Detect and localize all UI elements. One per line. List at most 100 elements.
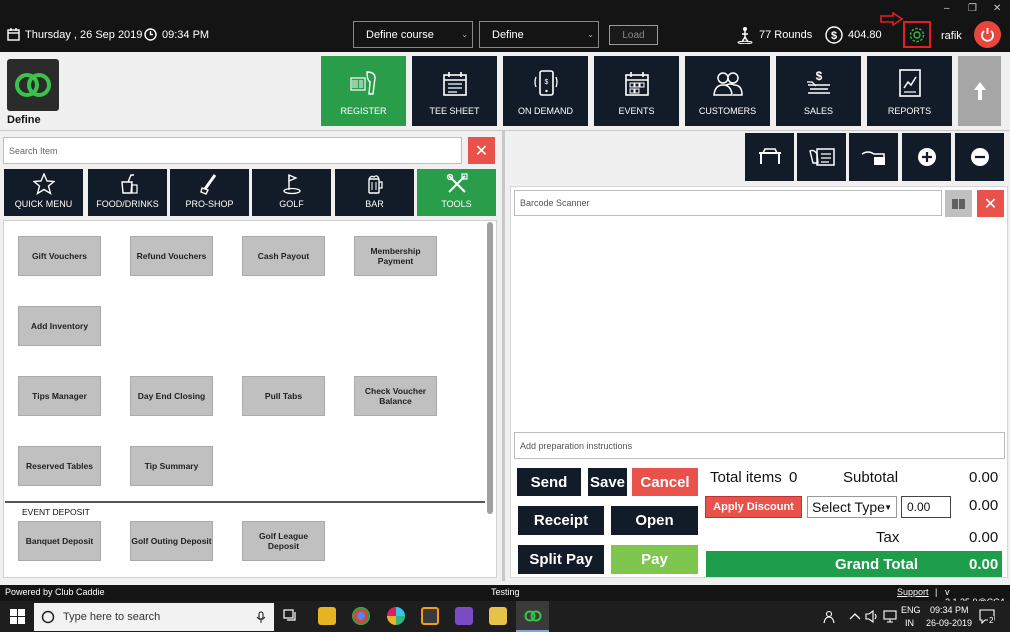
network-icon[interactable]: [883, 610, 897, 623]
tile-banquet-deposit[interactable]: Banquet Deposit: [18, 521, 101, 561]
chrome-icon[interactable]: [352, 607, 370, 625]
task-view-icon[interactable]: [283, 609, 299, 623]
nav-events[interactable]: EVENTS: [594, 56, 679, 126]
logout-button[interactable]: [974, 21, 1001, 48]
load-button[interactable]: Load: [609, 25, 658, 45]
visual-studio-icon[interactable]: [455, 607, 473, 625]
clock-icon: [144, 28, 157, 41]
clock-time[interactable]: 09:34 PM: [930, 605, 969, 615]
restore-button[interactable]: ❐: [968, 3, 977, 14]
plus-circle-icon: [917, 148, 936, 166]
tile-day-end-closing[interactable]: Day End Closing: [130, 376, 213, 416]
mobile-icon: $: [533, 70, 558, 96]
touch-menu-button[interactable]: [797, 133, 846, 181]
subtotal-label: Subtotal: [843, 469, 899, 486]
discount-amount-input[interactable]: 0.00: [901, 496, 951, 518]
nav-customers[interactable]: CUSTOMERS: [685, 56, 770, 126]
category-golf[interactable]: GOLF: [252, 169, 331, 216]
app-icon[interactable]: [489, 607, 507, 625]
total-items-label: Total items: [710, 469, 782, 486]
tile-membership-payment[interactable]: Membership Payment: [354, 236, 437, 276]
tools-scrollbar[interactable]: [487, 222, 493, 514]
apply-discount-button[interactable]: Apply Discount: [705, 496, 802, 518]
receipt-button[interactable]: Receipt: [518, 506, 604, 535]
minimize-button[interactable]: –: [944, 3, 950, 14]
barcode-scanner-input[interactable]: Barcode Scanner: [514, 190, 942, 216]
split-pay-button[interactable]: Split Pay: [518, 545, 604, 574]
nav-reports[interactable]: REPORTS: [867, 56, 952, 126]
club-caddie-taskbar-item[interactable]: [516, 601, 549, 632]
tile-tips-manager[interactable]: Tips Manager: [18, 376, 101, 416]
search-item-input[interactable]: Search Item: [3, 137, 462, 164]
grand-total-label: Grand Total: [835, 556, 919, 573]
nav-on-demand[interactable]: $ ON DEMAND: [503, 56, 588, 126]
tile-refund-vouchers[interactable]: Refund Vouchers: [130, 236, 213, 276]
search-icon: [41, 610, 55, 624]
table-icon: [758, 148, 781, 164]
tile-check-voucher-balance[interactable]: Check Voucher Balance: [354, 376, 437, 416]
tile-golf-league-deposit[interactable]: Golf League Deposit: [242, 521, 325, 561]
username[interactable]: rafik: [941, 30, 962, 42]
open-button[interactable]: Open: [611, 506, 698, 535]
preparation-instructions-input[interactable]: Add preparation instructions: [514, 432, 1005, 459]
clear-barcode-button[interactable]: ✕: [977, 190, 1004, 217]
tile-cash-payout[interactable]: Cash Payout: [242, 236, 325, 276]
nav-register[interactable]: REGISTER: [321, 56, 406, 126]
settings-button[interactable]: [903, 21, 931, 48]
collapse-header-button[interactable]: [958, 56, 1001, 126]
tile-reserved-tables[interactable]: Reserved Tables: [18, 446, 101, 486]
category-pro-shop[interactable]: PRO-SHOP: [170, 169, 249, 216]
hand-payment-button[interactable]: [849, 133, 898, 181]
clock-date[interactable]: 26-09-2019: [926, 618, 972, 628]
tile-gift-vouchers[interactable]: Gift Vouchers: [18, 236, 101, 276]
save-button[interactable]: Save: [588, 468, 627, 496]
category-bar[interactable]: BAR: [335, 169, 414, 216]
windows-start-icon[interactable]: [10, 609, 25, 624]
close-window-button[interactable]: ✕: [993, 3, 1001, 14]
discount-type-select[interactable]: Select Type ▼: [807, 496, 897, 518]
balance-text: 404.80: [848, 29, 882, 41]
event-deposit-divider: [5, 501, 485, 503]
file-explorer-icon[interactable]: [318, 607, 336, 625]
send-button[interactable]: Send: [517, 468, 581, 496]
support-link[interactable]: Support: [897, 587, 929, 597]
add-item-button[interactable]: [902, 133, 951, 181]
status-bar: Powered by Club Caddie Testing Support |…: [0, 585, 1010, 607]
golf-club-icon: [199, 174, 216, 195]
define-select[interactable]: Define ⌄: [479, 21, 599, 48]
category-tools[interactable]: TOOLS: [417, 169, 496, 216]
dollar-icon: $: [825, 26, 843, 44]
tools-icon: [446, 173, 468, 193]
language-top[interactable]: ENG: [901, 605, 921, 615]
category-quick-menu[interactable]: QUICK MENU: [4, 169, 83, 216]
chevron-down-icon: ▼: [884, 503, 892, 512]
clear-search-button[interactable]: ✕: [468, 137, 495, 164]
tile-tip-summary[interactable]: Tip Summary: [130, 446, 213, 486]
volume-icon[interactable]: [865, 610, 879, 623]
barcode-button[interactable]: [945, 190, 972, 217]
sublime-text-icon[interactable]: [421, 607, 439, 625]
nav-sales[interactable]: $ SALES: [776, 56, 861, 126]
chevron-up-icon[interactable]: [849, 611, 861, 621]
category-label: GOLF: [279, 199, 304, 209]
barcode-icon: [951, 198, 965, 209]
tile-golf-outing-deposit[interactable]: Golf Outing Deposit: [130, 521, 213, 561]
slack-icon[interactable]: [387, 607, 405, 625]
remove-item-button[interactable]: [955, 133, 1004, 181]
course-select-value: Define course: [366, 28, 434, 41]
people-icon[interactable]: [823, 610, 837, 624]
pay-button[interactable]: Pay: [611, 545, 698, 574]
define-select-value: Define: [492, 28, 524, 41]
course-select[interactable]: Define course ⌄: [353, 21, 473, 48]
table-button[interactable]: [745, 133, 794, 181]
taskbar-search-input[interactable]: Type here to search: [34, 603, 274, 631]
rounds-text: 77 Rounds: [759, 29, 813, 41]
language-bottom[interactable]: IN: [905, 618, 914, 628]
chevron-down-icon: ⌄: [587, 30, 594, 39]
nav-tee-sheet[interactable]: TEE SHEET: [412, 56, 497, 126]
cancel-button[interactable]: Cancel: [632, 468, 698, 496]
tile-add-inventory[interactable]: Add Inventory: [18, 306, 101, 346]
category-food-drinks[interactable]: FOOD/DRINKS: [88, 169, 167, 216]
arrow-up-icon: [973, 82, 986, 100]
tile-pull-tabs[interactable]: Pull Tabs: [242, 376, 325, 416]
